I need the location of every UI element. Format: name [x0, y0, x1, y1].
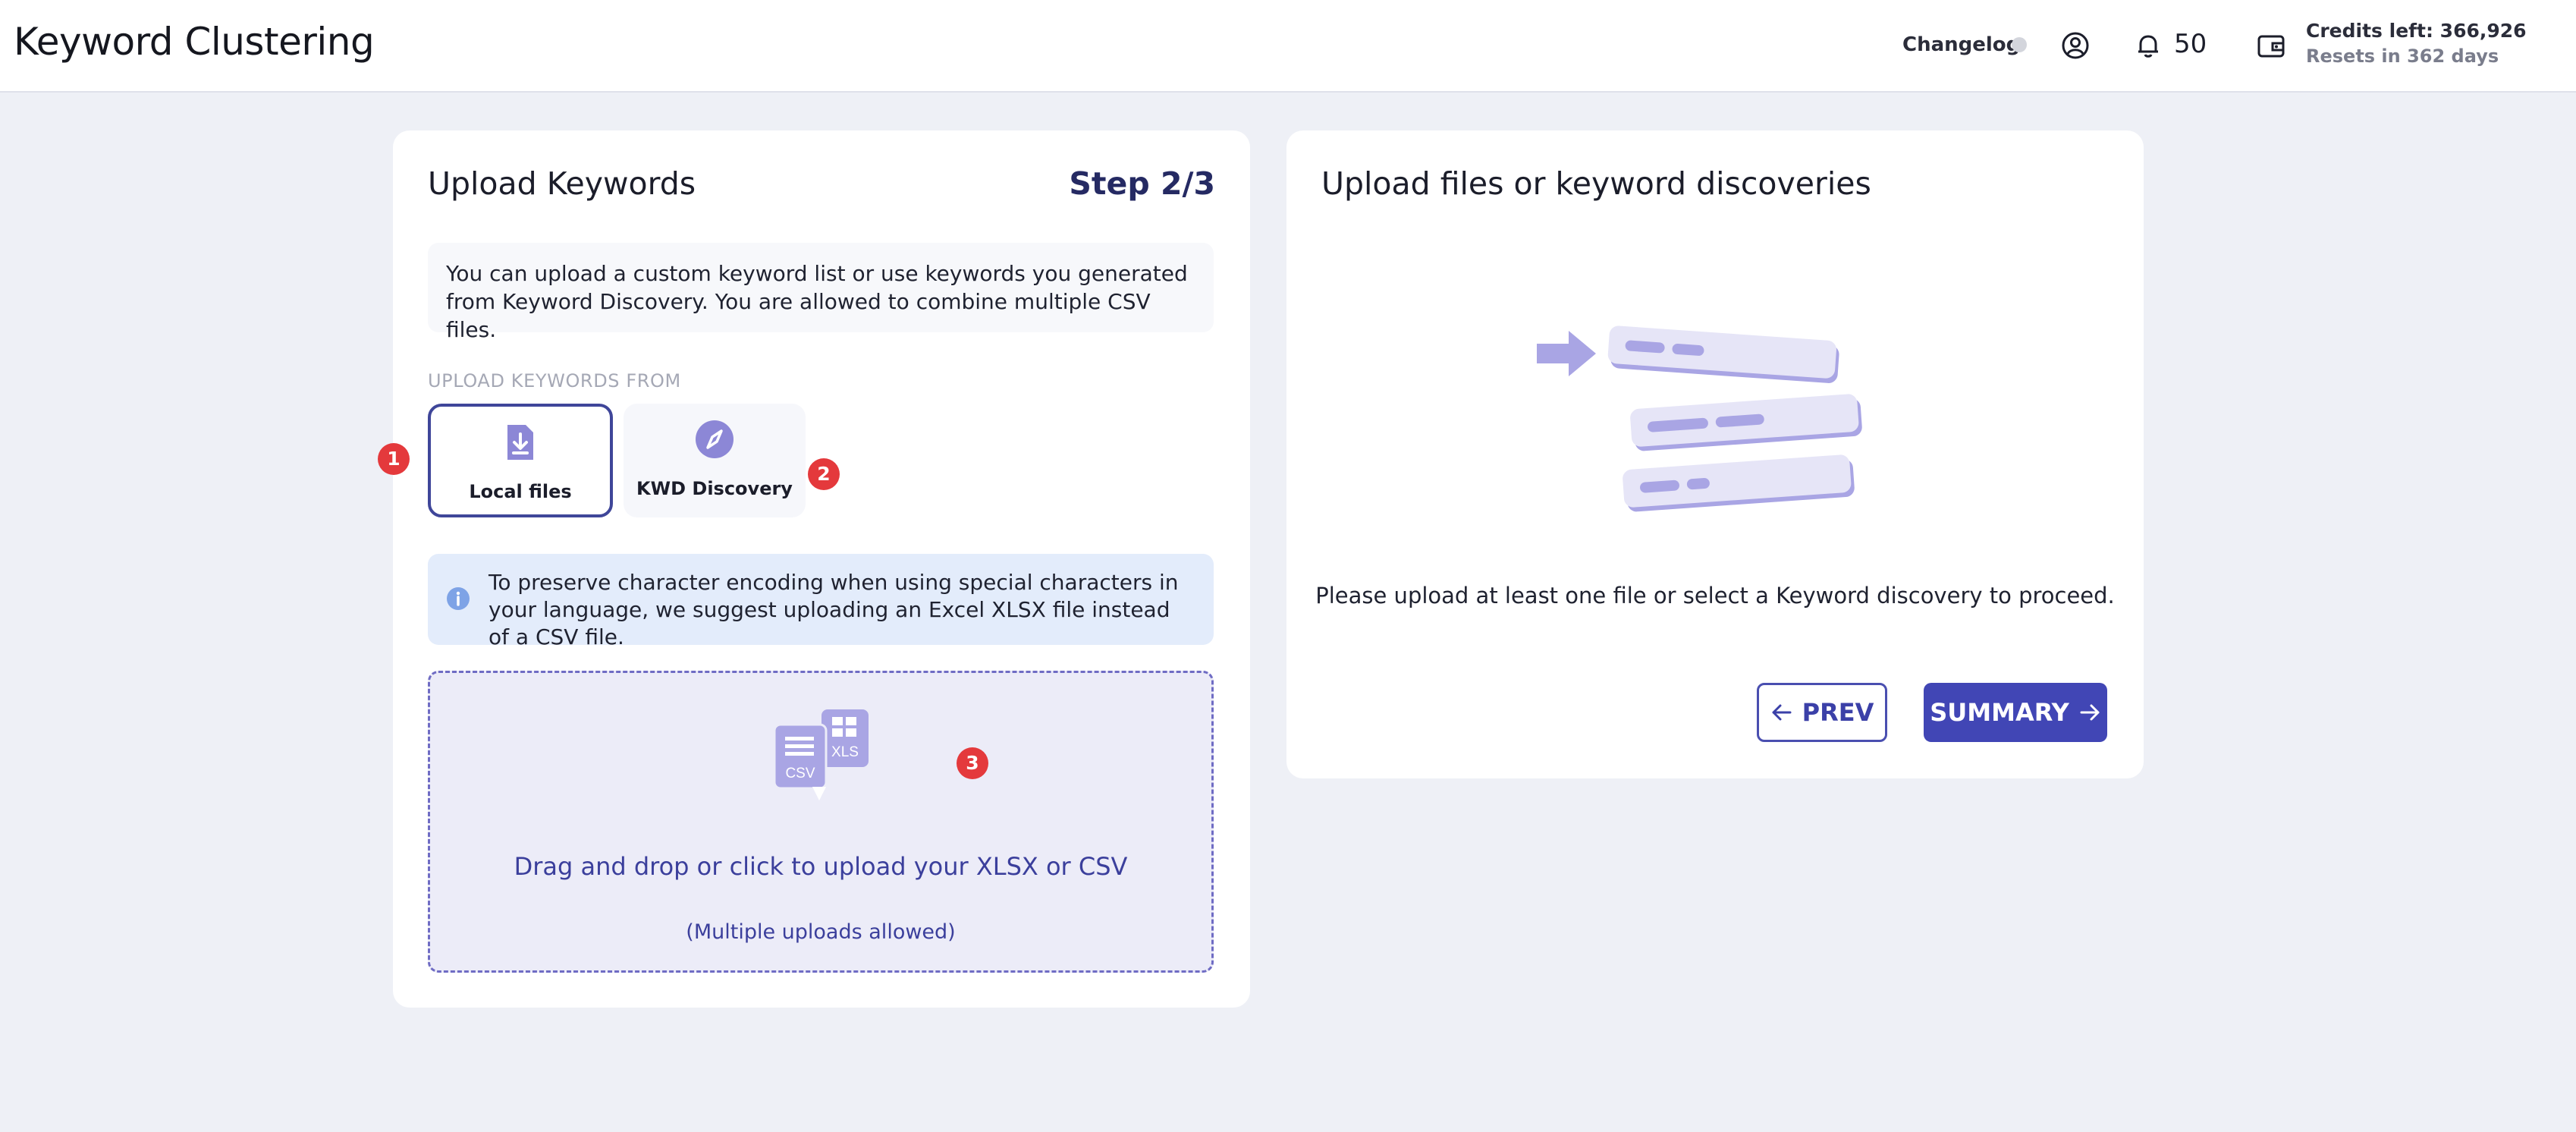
step-badge-3: 3: [957, 747, 988, 779]
card-title: Upload Keywords: [428, 165, 696, 202]
changelog-status-dot: [2012, 37, 2027, 52]
source-kwd-discovery-button[interactable]: KWD Discovery: [624, 404, 806, 517]
xls-icon-label: XLS: [831, 744, 859, 760]
arrow-left-icon: [1772, 704, 1792, 721]
csv-xls-files-icon: XLS CSV: [773, 709, 869, 800]
empty-list-illustration: [1537, 325, 1862, 512]
credits-reset: Resets in 362 days: [2306, 46, 2499, 67]
changelog-link[interactable]: Changelog: [1902, 33, 2020, 56]
wallet-icon: [2257, 35, 2285, 58]
intro-text: You can upload a custom keyword list or …: [428, 243, 1214, 342]
prev-button[interactable]: PREV: [1757, 683, 1887, 742]
credits-left: Credits left: 366,926: [2306, 20, 2527, 42]
source-label: KWD Discovery: [636, 478, 793, 499]
download-file-icon: [507, 425, 533, 460]
step-indicator: Step 2/3: [1069, 165, 1215, 202]
upload-source-label: UPLOAD KEYWORDS FROM: [428, 370, 681, 391]
summary-button[interactable]: SUMMARY: [1924, 683, 2107, 742]
upload-keywords-card: Upload Keywords Step 2/3 You can upload …: [393, 130, 1250, 1008]
summary-label: SUMMARY: [1930, 698, 2069, 727]
info-icon: [447, 587, 470, 610]
step-badge-2: 2: [808, 458, 840, 490]
notifications-count[interactable]: 50: [2174, 29, 2207, 59]
csv-icon-label: CSV: [785, 766, 815, 781]
summary-card: Upload files or keyword discoveries Plea…: [1286, 130, 2144, 778]
dropzone-text: Drag and drop or click to upload your XL…: [514, 852, 1128, 881]
file-dropzone[interactable]: XLS CSV Drag and drop or click to upload…: [428, 671, 1214, 973]
dropzone-subtext: (Multiple uploads allowed): [686, 920, 956, 944]
compass-icon: [696, 420, 734, 458]
step-badge-1: 1: [378, 443, 410, 475]
info-text: To preserve character encoding when usin…: [488, 570, 1179, 649]
summary-card-title: Upload files or keyword discoveries: [1321, 165, 1871, 202]
bell-icon[interactable]: [2133, 30, 2163, 61]
arrow-right-icon: [2080, 704, 2100, 721]
prev-label: PREV: [1802, 698, 1874, 727]
source-label: Local files: [469, 481, 572, 502]
user-icon[interactable]: [2060, 30, 2091, 61]
source-local-files-button[interactable]: Local files: [428, 404, 613, 517]
app-title: Keyword Clustering: [14, 20, 375, 64]
top-header: Keyword Clustering Changelog 50 Credits …: [0, 0, 2576, 93]
empty-state-message: Please upload at least one file or selec…: [1315, 583, 2115, 608]
encoding-info-box: To preserve character encoding when usin…: [428, 554, 1214, 649]
